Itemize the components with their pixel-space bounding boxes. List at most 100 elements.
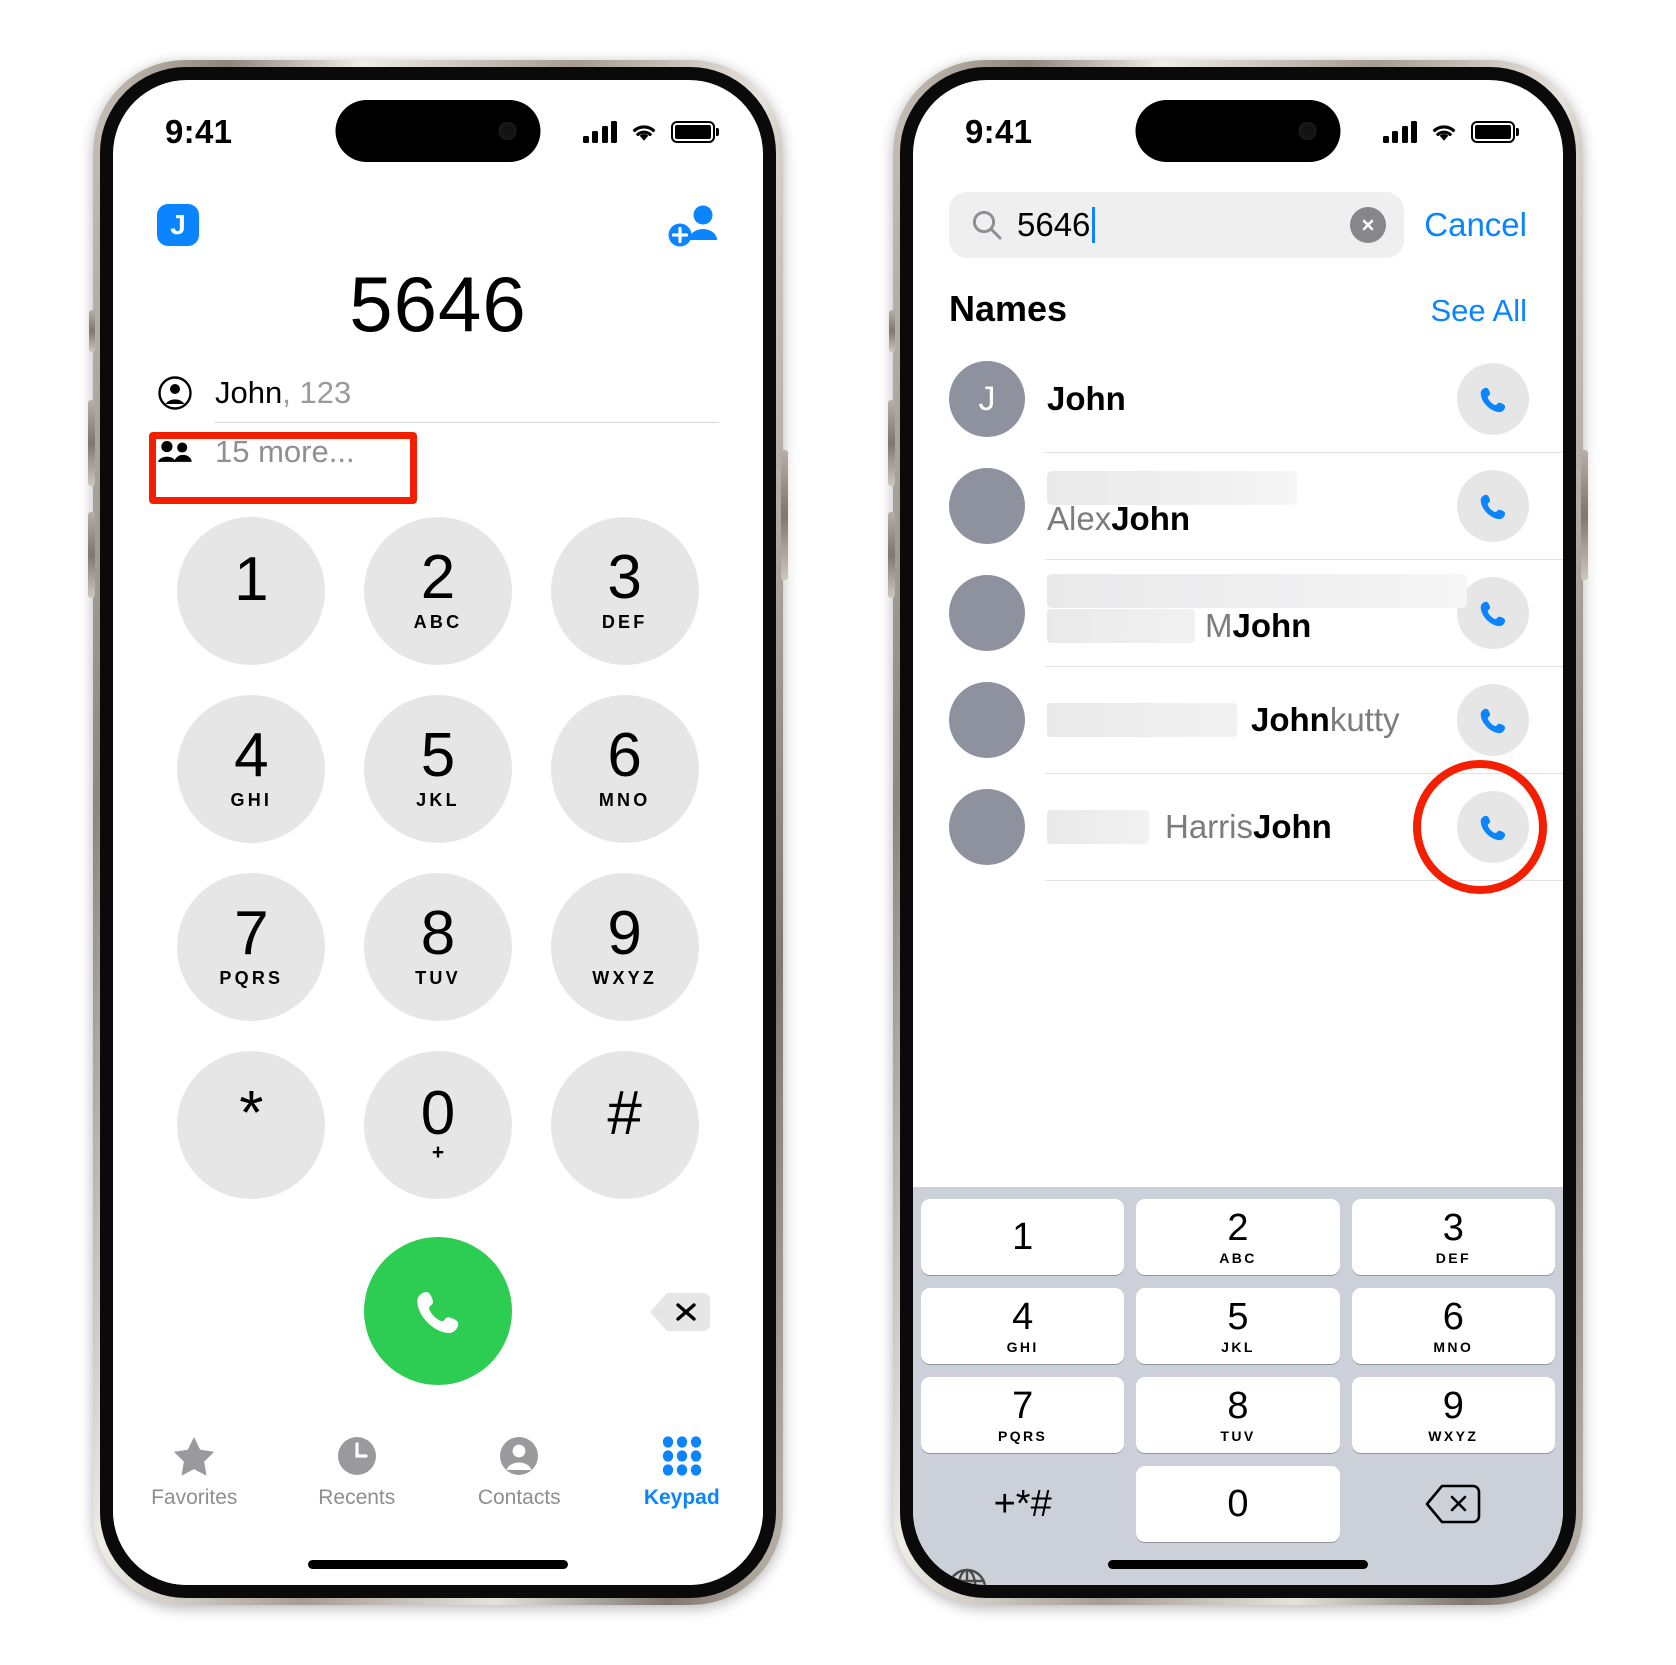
status-bar-right: 9:41 xyxy=(913,80,1563,184)
keypad-key-star[interactable]: * xyxy=(177,1051,326,1199)
contact-row-john[interactable]: J John xyxy=(913,346,1563,452)
keypad-key-1[interactable]: 1 xyxy=(177,517,326,665)
right-phone-screen: 9:41 5646 Cancel Names See All J John Al… xyxy=(913,80,1563,1585)
power-button[interactable] xyxy=(1581,450,1588,580)
keypad-key-7[interactable]: 7 PQRS xyxy=(177,873,326,1021)
numpad-key-backspace[interactable] xyxy=(1352,1466,1555,1542)
redacted-block xyxy=(1047,574,1467,608)
key-letters: DEF xyxy=(601,611,648,632)
key-letters: JKL xyxy=(1221,1338,1255,1355)
numpad-key-8[interactable]: 8 TUV xyxy=(1136,1377,1340,1453)
suggestion-detail: 123 xyxy=(299,375,352,410)
account-badge[interactable]: J xyxy=(157,204,199,246)
wifi-icon xyxy=(1433,124,1455,141)
suggestion-more-row[interactable]: 15 more... xyxy=(157,423,719,481)
left-phone-device: 9:41 J 5646 John, 123 15 more... 1 2 ABC… xyxy=(88,60,788,1605)
numpad-key-2[interactable]: 2 ABC xyxy=(1136,1199,1340,1275)
contact-row-harris-john[interactable]: Harris John xyxy=(913,760,1563,894)
numpad-key-5[interactable]: 5 JKL xyxy=(1136,1288,1340,1364)
key-digit: 4 xyxy=(234,721,269,791)
keypad-key-5[interactable]: 5 JKL xyxy=(363,695,512,843)
call-contact-button-harris-john[interactable] xyxy=(1457,791,1529,863)
tab-keypad[interactable]: Keypad xyxy=(601,1435,764,1510)
numpad-key-3[interactable]: 3 DEF xyxy=(1351,1199,1555,1275)
suggestion-name: John, 123 xyxy=(215,375,352,410)
avatar-initial: J xyxy=(978,379,996,418)
numpad-key-4[interactable]: 4 GHI xyxy=(921,1288,1125,1364)
battery-icon xyxy=(1471,121,1515,143)
search-results-list: J John Alex John M John John kutty Harri… xyxy=(913,330,1563,894)
contact-name: M John xyxy=(1047,560,1467,666)
person-icon xyxy=(157,376,193,410)
status-indicators xyxy=(582,121,715,144)
tab-recents[interactable]: Recents xyxy=(276,1435,439,1510)
numpad-key-6[interactable]: 6 MNO xyxy=(1351,1288,1555,1364)
keypad-key-9[interactable]: 9 WXYZ xyxy=(550,873,699,1021)
numpad-key-9[interactable]: 9 WXYZ xyxy=(1351,1377,1555,1453)
keypad-key-0[interactable]: 0 + xyxy=(363,1051,512,1199)
text-caret xyxy=(1092,207,1096,243)
numpad-key-7[interactable]: 7 PQRS xyxy=(921,1377,1125,1453)
tab-favorites[interactable]: Favorites xyxy=(113,1435,276,1510)
tab-label: Favorites xyxy=(151,1486,238,1509)
keypad-key-hash[interactable]: # xyxy=(550,1051,699,1199)
left-phone-screen: 9:41 J 5646 John, 123 15 more... 1 2 ABC… xyxy=(113,80,763,1585)
call-contact-button[interactable] xyxy=(1457,363,1529,435)
home-indicator[interactable] xyxy=(1108,1560,1368,1569)
tab-contacts[interactable]: Contacts xyxy=(438,1435,601,1510)
keypad-key-8[interactable]: 8 TUV xyxy=(363,873,512,1021)
numpad-key-symbols[interactable]: +*# xyxy=(921,1466,1124,1542)
redacted-block xyxy=(1047,703,1237,737)
contact-row-johnkutty[interactable]: John kutty xyxy=(913,667,1563,773)
keypad-key-2[interactable]: 2 ABC xyxy=(363,517,512,665)
volume-down-button[interactable] xyxy=(88,512,95,598)
numpad-key-0[interactable]: 0 xyxy=(1136,1466,1340,1542)
key-digit: 5 xyxy=(1227,1295,1249,1338)
see-all-button[interactable]: See All xyxy=(1430,293,1527,329)
mute-switch[interactable] xyxy=(89,310,95,352)
delete-backspace-button[interactable] xyxy=(648,1289,710,1335)
redacted-block xyxy=(1047,471,1297,505)
key-digit: 4 xyxy=(1012,1295,1034,1338)
globe-language-icon[interactable] xyxy=(943,1564,991,1585)
contact-name-prefix: M xyxy=(1205,607,1233,644)
person-circle-icon xyxy=(500,1437,539,1475)
contact-row-alex-john[interactable]: Alex John xyxy=(913,453,1563,559)
key-letters: ABC xyxy=(1219,1249,1257,1266)
contact-name-match: John xyxy=(1253,808,1332,845)
keypad-key-3[interactable]: 3 DEF xyxy=(550,517,699,665)
clear-search-button[interactable] xyxy=(1350,207,1387,243)
numpad-key-1[interactable]: 1 xyxy=(921,1199,1125,1275)
volume-up-button[interactable] xyxy=(888,400,895,486)
call-button[interactable] xyxy=(364,1237,512,1385)
contact-name-match: John xyxy=(1251,701,1330,738)
search-value-wrapper: 5646 xyxy=(1017,206,1336,244)
key-letters: JKL xyxy=(416,789,460,810)
keypad-key-6[interactable]: 6 MNO xyxy=(550,695,699,843)
search-input[interactable]: 5646 xyxy=(949,192,1405,258)
tab-label: Recents xyxy=(318,1486,396,1509)
key-digit: 6 xyxy=(1442,1295,1464,1338)
suggestion-contact-row[interactable]: John, 123 xyxy=(157,364,719,422)
volume-up-button[interactable] xyxy=(88,400,95,486)
dynamic-island xyxy=(1135,100,1341,162)
key-digit: 2 xyxy=(1227,1206,1249,1249)
keypad-key-4[interactable]: 4 GHI xyxy=(177,695,326,843)
key-letters: WXYZ xyxy=(1428,1427,1479,1444)
screenshot-stage: 9:41 J 5646 John, 123 15 more... 1 2 ABC… xyxy=(0,0,1676,1665)
home-indicator[interactable] xyxy=(308,1560,568,1569)
call-contact-button[interactable] xyxy=(1457,577,1529,649)
key-plus: + xyxy=(431,1141,445,1165)
avatar xyxy=(949,468,1025,544)
mute-switch[interactable] xyxy=(889,310,895,352)
call-contact-button[interactable] xyxy=(1457,470,1529,542)
backspace-icon xyxy=(1426,1484,1481,1524)
cancel-button[interactable]: Cancel xyxy=(1424,206,1527,244)
contact-name-suffix: kutty xyxy=(1329,701,1400,738)
power-button[interactable] xyxy=(781,450,788,580)
call-contact-button[interactable] xyxy=(1457,684,1529,756)
key-letters: PQRS xyxy=(998,1427,1048,1444)
contact-row-m-john[interactable]: M John xyxy=(913,560,1563,666)
add-contact-icon[interactable] xyxy=(667,202,719,248)
volume-down-button[interactable] xyxy=(888,512,895,598)
